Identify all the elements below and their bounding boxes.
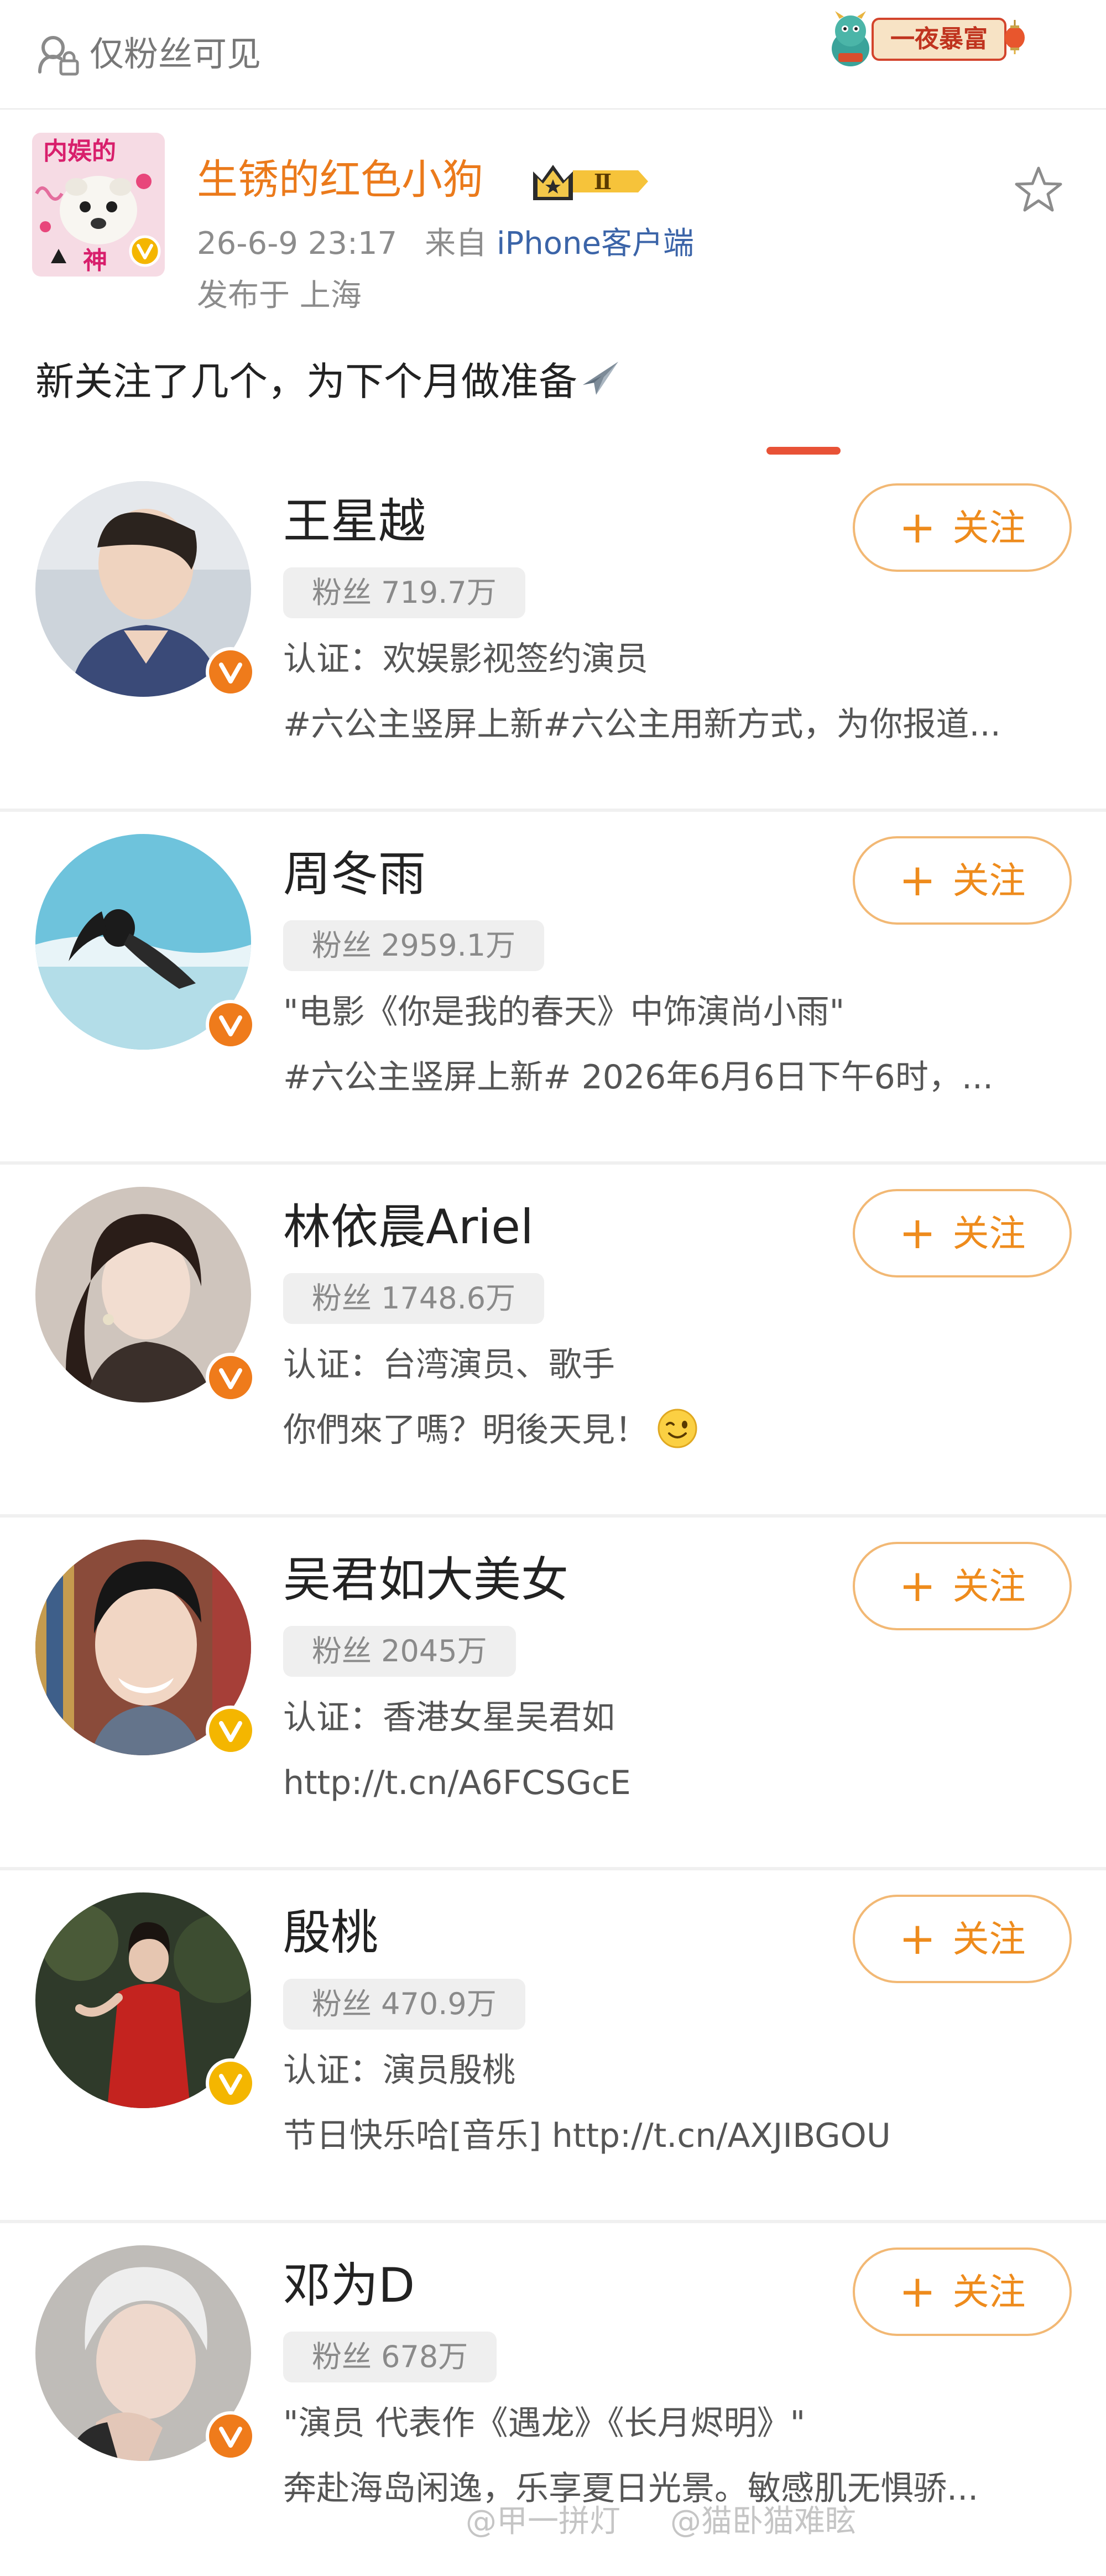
plus-icon: +: [899, 1207, 936, 1259]
wink-emoji-icon: [658, 1409, 697, 1448]
watermark: @甲一拼灯 @猫卧猫难眩: [466, 2504, 856, 2540]
user-verification: 认证：香港女星吴君如: [283, 1698, 615, 1737]
post-location: 发布于 上海: [197, 278, 362, 314]
plus-icon: +: [899, 502, 936, 553]
verified-badge-icon: [206, 1706, 255, 1755]
plus-icon: +: [899, 854, 936, 906]
dragon-mascot-icon: [832, 11, 869, 66]
user-verification: "电影《你是我的春天》中饰演尚小雨": [283, 993, 845, 1031]
verified-badge-icon: [206, 647, 255, 697]
fans-count: 粉丝 678万: [283, 2332, 497, 2382]
favorite-star-icon[interactable]: [1011, 163, 1066, 218]
post-time: 26-6-9 23:17: [197, 226, 398, 262]
follow-button[interactable]: + 关注: [853, 1542, 1072, 1630]
user-intro[interactable]: http://t.cn/A6FCSGcE: [283, 1761, 1079, 1805]
lantern-icon: [1005, 20, 1025, 54]
fans-count: 粉丝 2959.1万: [283, 920, 545, 971]
author-avatar[interactable]: 内娱的 神: [32, 133, 165, 277]
verified-badge-icon: [206, 2411, 255, 2461]
plus-icon: +: [899, 1560, 936, 1612]
user-card[interactable]: 王星越 粉丝 719.7万 认证：欢娱影视签约演员 #六公主竖屏上新#六公主用新…: [0, 459, 1106, 812]
user-verification: "演员 代表作《遇龙》《长月烬明》": [283, 2404, 806, 2443]
user-verification: 认证：演员殷桃: [283, 2051, 515, 2090]
verified-badge-icon: [206, 2058, 255, 2108]
fans-count: 粉丝 1748.6万: [283, 1273, 545, 1324]
follow-button[interactable]: + 关注: [853, 836, 1072, 925]
post-source-client[interactable]: iPhone客户端: [497, 226, 694, 262]
user-name[interactable]: 吴君如大美女: [283, 1550, 568, 1610]
fans-count: 粉丝 2045万: [283, 1626, 516, 1677]
member-crown-badge[interactable]: Ⅱ: [531, 159, 649, 204]
user-name[interactable]: 王星越: [283, 491, 426, 552]
plus-icon: +: [899, 1913, 936, 1964]
user-card[interactable]: 吴君如大美女 粉丝 2045万 认证：香港女星吴君如 http://t.cn/A…: [0, 1518, 1106, 1870]
post-meta: 26-6-9 23:17 来自 iPhone客户端: [197, 225, 694, 263]
level-badge: Ⅱ: [594, 169, 612, 194]
user-verification: 认证：欢娱影视签约演员: [283, 640, 648, 679]
avatar-caption-top: 内娱的: [43, 137, 116, 165]
plus-icon: +: [899, 2266, 936, 2317]
follow-button[interactable]: + 关注: [853, 483, 1072, 572]
user-name[interactable]: 邓为D: [283, 2255, 415, 2316]
user-verification: 认证：台湾演员、歌手: [283, 1346, 615, 1384]
fans-count: 粉丝 719.7万: [283, 567, 525, 618]
follow-button[interactable]: + 关注: [853, 1189, 1072, 1277]
lock-group-icon: [36, 32, 81, 76]
user-name[interactable]: 殷桃: [283, 1902, 378, 1963]
follow-button[interactable]: + 关注: [853, 2248, 1072, 2336]
follow-button[interactable]: + 关注: [853, 1895, 1072, 1983]
user-intro: #六公主竖屏上新#六公主用新方式，为你报道...: [283, 705, 1001, 744]
airplane-emoji-icon: [583, 362, 618, 395]
user-card[interactable]: 周冬雨 粉丝 2959.1万 "电影《你是我的春天》中饰演尚小雨" #六公主竖屏…: [0, 812, 1106, 1165]
privacy-label: 仅粉丝可见: [90, 34, 262, 74]
tab-indicator: [766, 447, 841, 455]
privacy-bar: 仅粉丝可见 一夜暴富: [0, 0, 1106, 109]
author-name[interactable]: 生锈的红色小狗: [197, 155, 483, 205]
verified-badge-icon: [206, 1000, 255, 1050]
user-intro: 节日快乐哈[音乐] http://t.cn/AXJIBGOU: [283, 2116, 891, 2155]
user-card[interactable]: 林依晨Ariel 粉丝 1748.6万 认证：台湾演员、歌手 你們來了嗎？明後天…: [0, 1165, 1106, 1518]
lucky-banner[interactable]: 一夜暴富: [817, 3, 1027, 73]
banner-text: 一夜暴富: [890, 25, 988, 53]
post-source-prefix: 来自: [425, 226, 487, 262]
avatar-caption-bottom: 神: [83, 247, 107, 275]
user-card[interactable]: 殷桃 粉丝 470.9万 认证：演员殷桃 节日快乐哈[音乐] http://t.…: [0, 1870, 1106, 2223]
fans-count: 粉丝 470.9万: [283, 1979, 525, 2030]
verified-badge-icon: [206, 1353, 255, 1402]
user-name[interactable]: 林依晨Ariel: [283, 1197, 534, 1258]
user-name[interactable]: 周冬雨: [283, 844, 426, 905]
user-intro: #六公主竖屏上新# 2026年6月6日下午6时，...: [283, 1058, 994, 1097]
post-text: 新关注了几个，为下个月做准备: [35, 354, 624, 409]
user-intro: 你們來了嗎？明後天見！: [283, 1408, 1079, 1452]
